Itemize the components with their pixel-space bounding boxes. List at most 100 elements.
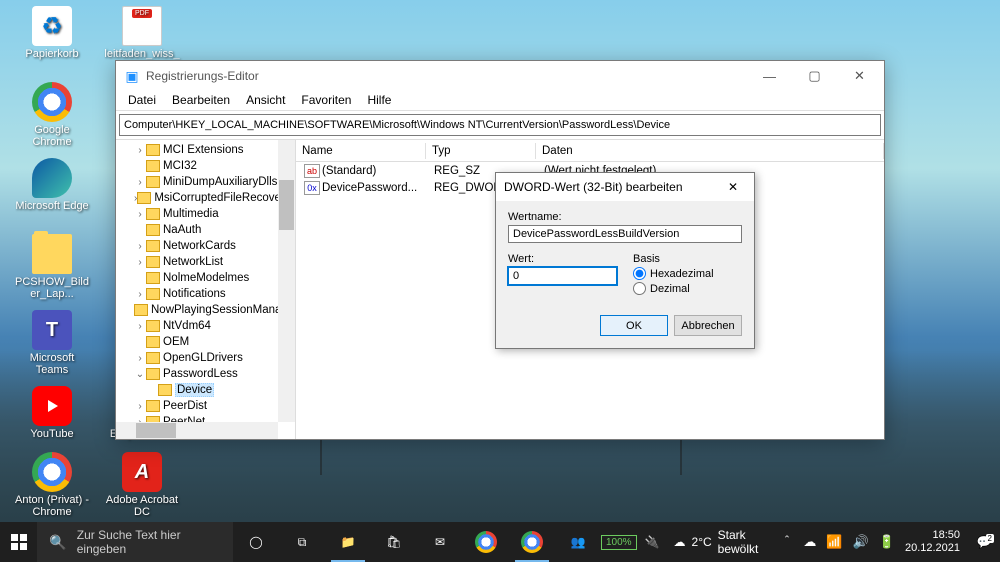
expand-icon[interactable]: › bbox=[134, 289, 146, 300]
tree-node[interactable]: OEM bbox=[116, 334, 278, 350]
tree-node[interactable]: › PeerDist bbox=[116, 398, 278, 414]
expand-icon[interactable]: › bbox=[134, 145, 146, 156]
task-view-button[interactable]: ⧉ bbox=[279, 522, 325, 562]
desktop-icon-chrome[interactable]: Google Chrome bbox=[14, 82, 90, 148]
tree-node[interactable]: ⌄PasswordLess bbox=[116, 366, 278, 382]
taskbar-clock[interactable]: 18:50 20.12.2021 bbox=[905, 529, 960, 554]
tree-node-label: NtVdm64 bbox=[163, 320, 211, 332]
tree-node[interactable]: ›Notifications bbox=[116, 286, 278, 302]
tree-node[interactable]: › MCI Extensions bbox=[116, 142, 278, 158]
taskbar-search[interactable]: 🔍 Zur Suche Text hier eingeben bbox=[37, 522, 233, 562]
tray-battery-icon[interactable]: 🔋 bbox=[879, 534, 895, 550]
radio-dec[interactable] bbox=[633, 282, 646, 295]
titlebar[interactable]: ▣ Registrierungs-Editor — ▢ ✕ bbox=[116, 61, 884, 91]
menu-ansicht[interactable]: Ansicht bbox=[238, 91, 293, 110]
dialog-close-button[interactable]: ✕ bbox=[720, 177, 746, 197]
battery-indicator[interactable]: 100% bbox=[601, 535, 637, 550]
taskbar-store[interactable]: 🛍 bbox=[371, 522, 417, 562]
folder-icon bbox=[158, 384, 172, 396]
expand-icon[interactable]: › bbox=[134, 209, 146, 220]
desktop-icon-edge[interactable]: Microsoft Edge bbox=[14, 158, 90, 212]
folder-icon bbox=[146, 256, 160, 268]
tree-node[interactable]: ›Multimedia bbox=[116, 206, 278, 222]
menu-favoriten[interactable]: Favoriten bbox=[293, 91, 359, 110]
tree-node-label: MCI Extensions bbox=[163, 144, 244, 156]
minimize-button[interactable]: — bbox=[747, 61, 792, 91]
tree-node[interactable]: ›PeerNet bbox=[116, 414, 278, 422]
taskbar-explorer[interactable]: 📁 bbox=[325, 522, 371, 562]
taskbar-mail[interactable]: ✉ bbox=[417, 522, 463, 562]
cortana-button[interactable]: ◯ bbox=[233, 522, 279, 562]
taskbar-teams[interactable]: 👥 bbox=[555, 522, 601, 562]
value-name-label: Wertname: bbox=[508, 211, 742, 223]
col-data[interactable]: Daten bbox=[536, 143, 884, 159]
search-placeholder: Zur Suche Text hier eingeben bbox=[77, 528, 221, 556]
expand-icon[interactable]: › bbox=[134, 401, 146, 412]
tree-node[interactable]: NaAuth bbox=[116, 222, 278, 238]
tree-node[interactable]: ›MiniDumpAuxiliaryDlls bbox=[116, 174, 278, 190]
tree-node-label: MCI32 bbox=[163, 160, 197, 172]
tree-scrollbar-horizontal[interactable] bbox=[116, 422, 278, 439]
tree-node[interactable]: MCI32 bbox=[116, 158, 278, 174]
taskbar-chrome-profile[interactable] bbox=[509, 522, 555, 562]
tree-node[interactable]: ›MsiCorruptedFileRecovery bbox=[116, 190, 278, 206]
tray-wifi-icon[interactable]: 📶 bbox=[826, 534, 842, 550]
folder-icon bbox=[146, 272, 160, 284]
list-header[interactable]: Name Typ Daten bbox=[296, 140, 884, 162]
expand-icon[interactable]: › bbox=[134, 241, 146, 252]
value-name-field[interactable] bbox=[508, 225, 742, 243]
desktop-icon-acrobat[interactable]: Adobe Acrobat DC bbox=[104, 452, 180, 518]
folder-icon bbox=[146, 224, 160, 236]
tree-node[interactable]: › NetworkList bbox=[116, 254, 278, 270]
tree-node[interactable]: ›OpenGLDrivers bbox=[116, 350, 278, 366]
menu-bearbeiten[interactable]: Bearbeiten bbox=[164, 91, 238, 110]
col-name[interactable]: Name bbox=[296, 143, 426, 159]
tray-volume-icon[interactable]: 🔊 bbox=[853, 534, 869, 550]
desktop-icon-label: Google Chrome bbox=[14, 124, 90, 148]
desktop-icon-yt[interactable]: YouTube bbox=[14, 386, 90, 440]
tree-node-label: PeerDist bbox=[163, 400, 207, 412]
tree-node[interactable]: NowPlayingSessionManager bbox=[116, 302, 278, 318]
weather-widget[interactable]: ☁ 2°C Stark bewölkt bbox=[674, 528, 767, 556]
tree-node[interactable]: NolmeModelmes bbox=[116, 270, 278, 286]
tree-node[interactable]: ›NetworkCards bbox=[116, 238, 278, 254]
col-type[interactable]: Typ bbox=[426, 143, 536, 159]
power-icon[interactable]: 🔌 bbox=[645, 535, 660, 549]
value-data-field[interactable] bbox=[508, 267, 617, 285]
action-center-button[interactable]: 💬2 bbox=[968, 535, 1000, 549]
registry-tree[interactable]: › MCI Extensions MCI32 ›MiniDumpAuxiliaryDl… bbox=[116, 140, 296, 439]
tree-node[interactable]: › NtVdm64 bbox=[116, 318, 278, 334]
close-button[interactable]: ✕ bbox=[837, 61, 882, 91]
desktop-icon-label: Anton (Privat) - Chrome bbox=[14, 494, 90, 518]
tree-node-label: NetworkList bbox=[163, 256, 223, 268]
value-name: DevicePassword... bbox=[322, 182, 417, 194]
desktop-icon-teams[interactable]: Microsoft Teams bbox=[14, 310, 90, 376]
tree-scrollbar-vertical[interactable] bbox=[278, 140, 295, 422]
tray-onedrive-icon[interactable]: ☁ bbox=[803, 534, 816, 550]
ok-button[interactable]: OK bbox=[600, 315, 668, 336]
maximize-button[interactable]: ▢ bbox=[792, 61, 837, 91]
expand-icon[interactable]: › bbox=[134, 353, 146, 364]
expand-icon[interactable]: › bbox=[134, 177, 146, 188]
expand-icon[interactable]: › bbox=[134, 257, 146, 268]
address-bar[interactable]: Computer\HKEY_LOCAL_MACHINE\SOFTWARE\Mic… bbox=[119, 114, 881, 136]
folder-icon bbox=[146, 288, 160, 300]
cancel-button[interactable]: Abbrechen bbox=[674, 315, 742, 336]
tray-chevron-icon[interactable]: ＾ bbox=[780, 533, 793, 552]
expand-icon[interactable]: › bbox=[134, 321, 146, 332]
dialog-titlebar[interactable]: DWORD-Wert (32-Bit) bearbeiten ✕ bbox=[496, 173, 754, 201]
menu-hilfe[interactable]: Hilfe bbox=[359, 91, 399, 110]
expand-icon[interactable]: ⌄ bbox=[134, 369, 146, 380]
folder-icon bbox=[146, 320, 160, 332]
radio-hex[interactable] bbox=[633, 267, 646, 280]
tree-node[interactable]: Device bbox=[116, 382, 278, 398]
desktop-icon-label: Papierkorb bbox=[14, 48, 90, 60]
desktop-icon-recycle[interactable]: Papierkorb bbox=[14, 6, 90, 60]
folder-icon bbox=[137, 192, 151, 204]
weather-temp: 2°C bbox=[692, 535, 712, 549]
taskbar-chrome[interactable] bbox=[463, 522, 509, 562]
menu-datei[interactable]: Datei bbox=[120, 91, 164, 110]
start-button[interactable] bbox=[0, 522, 37, 562]
desktop-icon-folder[interactable]: PCSHOW_Bilder_Lap... bbox=[14, 234, 90, 300]
desktop-icon-chrome[interactable]: Anton (Privat) - Chrome bbox=[14, 452, 90, 518]
